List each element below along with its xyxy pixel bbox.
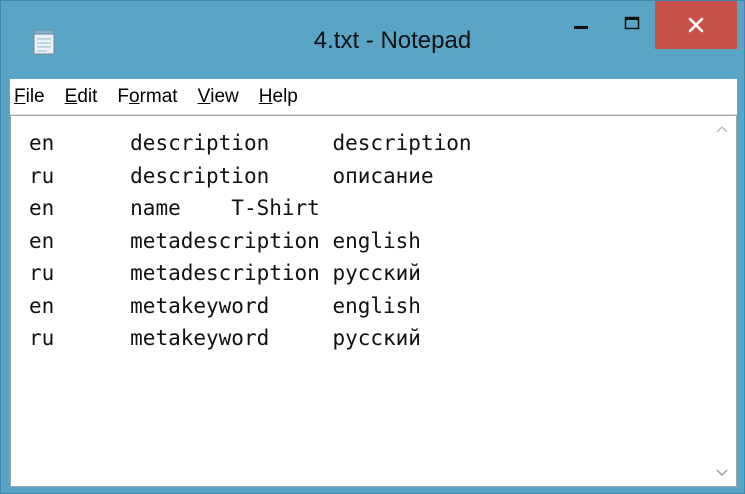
maximize-icon — [624, 16, 640, 30]
menu-help[interactable]: Help — [249, 79, 308, 114]
menu-format[interactable]: Fo rmat — [107, 79, 187, 114]
close-button[interactable] — [655, 1, 737, 49]
scroll-up-button[interactable] — [708, 116, 736, 142]
text-content[interactable]: en description description ru descriptio… — [11, 116, 708, 486]
editor: en description description ru descriptio… — [10, 115, 737, 487]
title-bar[interactable]: 4.txt - Notepad — [1, 1, 744, 81]
minimize-button[interactable] — [553, 3, 609, 45]
scroll-down-button[interactable] — [708, 460, 736, 486]
notepad-window: 4.txt - Notepad File Edit Fo rmat View He… — [0, 0, 745, 494]
vertical-scrollbar[interactable] — [708, 116, 736, 486]
menu-edit[interactable]: Edit — [55, 79, 108, 114]
chevron-down-icon — [716, 469, 728, 477]
chevron-up-icon — [716, 125, 728, 133]
menu-view[interactable]: View — [188, 79, 249, 114]
menu-bar: File Edit Fo rmat View Help — [10, 79, 737, 115]
close-icon — [688, 17, 704, 33]
menu-file[interactable]: File — [10, 79, 55, 114]
maximize-button[interactable] — [609, 3, 655, 45]
minimize-icon — [574, 26, 588, 29]
